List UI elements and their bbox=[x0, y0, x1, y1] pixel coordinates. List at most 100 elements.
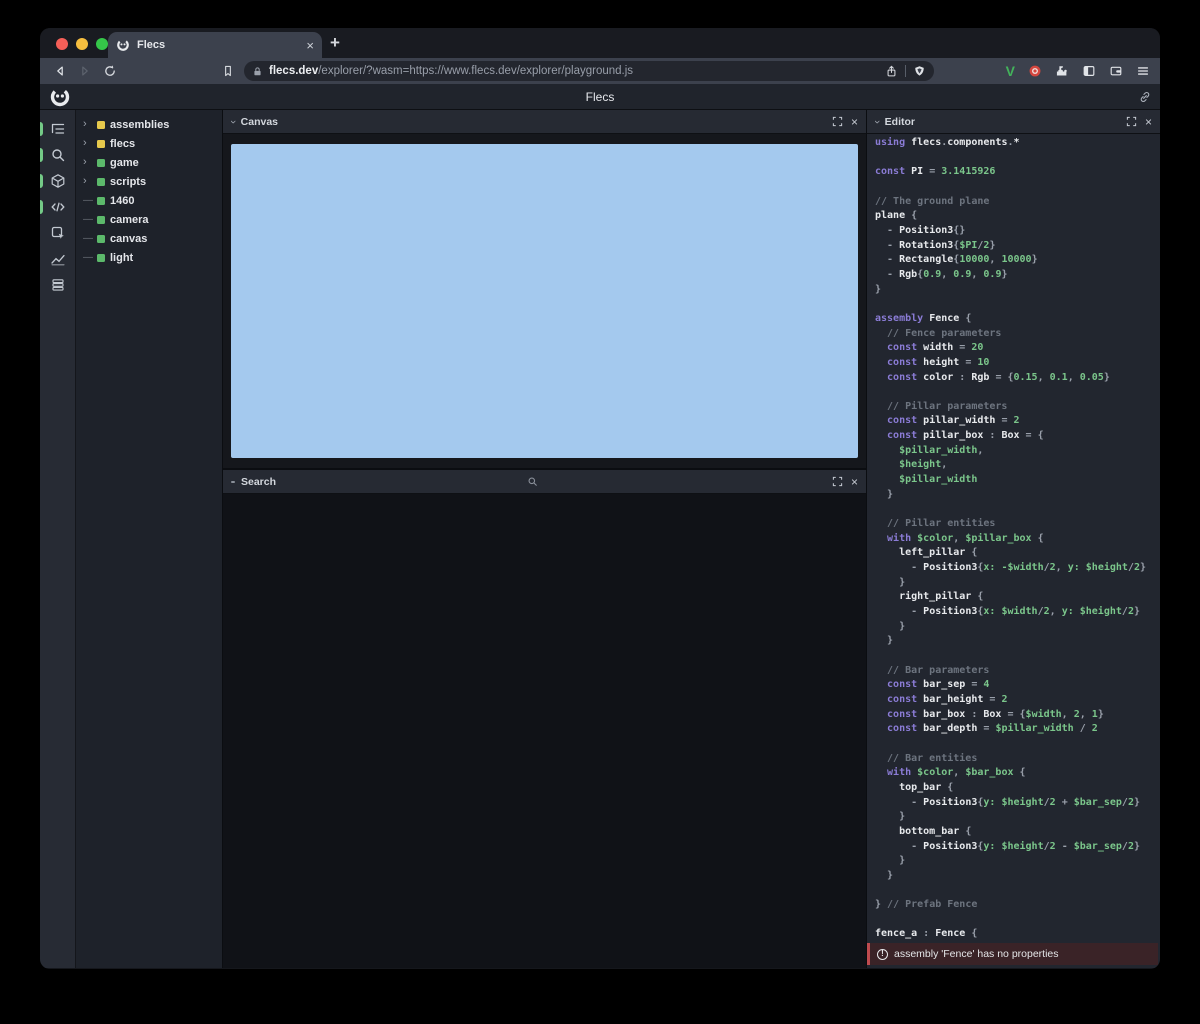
code-line[interactable]: - Position3{} bbox=[875, 224, 1160, 239]
code-line[interactable]: // Bar parameters bbox=[875, 664, 1160, 679]
code-line[interactable] bbox=[875, 151, 1160, 166]
bookmark-icon[interactable] bbox=[218, 61, 238, 81]
code-line[interactable]: } bbox=[875, 488, 1160, 503]
red-extension-icon[interactable] bbox=[1028, 64, 1042, 78]
brave-shield-icon[interactable] bbox=[913, 65, 926, 78]
code-icon[interactable] bbox=[40, 194, 75, 220]
code-line[interactable] bbox=[875, 649, 1160, 664]
reload-button-icon[interactable] bbox=[100, 61, 120, 81]
expand-panel-icon[interactable] bbox=[1126, 116, 1137, 127]
close-panel-icon[interactable]: × bbox=[1145, 116, 1152, 128]
code-line[interactable]: const bar_box : Box = {$width, 2, 1} bbox=[875, 708, 1160, 723]
code-line[interactable] bbox=[875, 297, 1160, 312]
code-line[interactable]: } bbox=[875, 283, 1160, 298]
menu-hamburger-icon[interactable] bbox=[1136, 64, 1150, 78]
code-line[interactable] bbox=[875, 913, 1160, 928]
window-minimize-button[interactable] bbox=[76, 38, 88, 50]
code-line[interactable]: bottom_bar { bbox=[875, 825, 1160, 840]
window-close-button[interactable] bbox=[56, 38, 68, 50]
code-line[interactable]: } bbox=[875, 810, 1160, 825]
expand-panel-icon[interactable] bbox=[832, 116, 843, 127]
vimium-extension-icon[interactable]: V bbox=[1006, 63, 1015, 79]
panel-bullet-icon[interactable] bbox=[231, 481, 235, 483]
code-line[interactable]: const bar_sep = 4 bbox=[875, 678, 1160, 693]
code-line[interactable]: - Position3{x: $width/2, y: $height/2} bbox=[875, 605, 1160, 620]
code-line[interactable]: $height, bbox=[875, 458, 1160, 473]
code-line[interactable]: } bbox=[875, 576, 1160, 591]
code-line[interactable]: const height = 10 bbox=[875, 356, 1160, 371]
tree-item-canvas[interactable]: —canvas bbox=[76, 229, 222, 248]
chart-icon[interactable] bbox=[40, 246, 75, 272]
close-panel-icon[interactable]: × bbox=[851, 476, 858, 488]
code-line[interactable]: // The ground plane bbox=[875, 195, 1160, 210]
code-line[interactable]: const pillar_width = 2 bbox=[875, 414, 1160, 429]
cube-icon[interactable] bbox=[40, 168, 75, 194]
chevron-down-icon[interactable]: › bbox=[227, 120, 239, 124]
editor-body[interactable]: using flecs.components.* const PI = 3.14… bbox=[867, 134, 1160, 968]
code-line[interactable]: const bar_depth = $pillar_width / 2 bbox=[875, 722, 1160, 737]
code-line[interactable]: } bbox=[875, 634, 1160, 649]
code-line[interactable]: with $color, $pillar_box { bbox=[875, 532, 1160, 547]
code-line[interactable] bbox=[875, 385, 1160, 400]
code-line[interactable]: // Fence parameters bbox=[875, 327, 1160, 342]
code-line[interactable]: - Rectangle{10000, 10000} bbox=[875, 253, 1160, 268]
code-line[interactable]: $pillar_width, bbox=[875, 444, 1160, 459]
tab-close-icon[interactable]: × bbox=[306, 39, 314, 52]
expand-arrow-icon[interactable]: › bbox=[83, 119, 92, 130]
close-panel-icon[interactable]: × bbox=[851, 116, 858, 128]
extensions-puzzle-icon[interactable] bbox=[1055, 64, 1069, 78]
editor-code[interactable]: using flecs.components.* const PI = 3.14… bbox=[867, 134, 1160, 942]
code-line[interactable]: const pillar_box : Box = { bbox=[875, 429, 1160, 444]
inspector-icon[interactable] bbox=[40, 220, 75, 246]
window-zoom-button[interactable] bbox=[96, 38, 108, 50]
tree-item-assemblies[interactable]: ›assemblies bbox=[76, 115, 222, 134]
code-line[interactable]: } // Prefab Fence bbox=[875, 898, 1160, 913]
code-line[interactable]: top_bar { bbox=[875, 781, 1160, 796]
tree-item-game[interactable]: ›game bbox=[76, 153, 222, 172]
tree-item-light[interactable]: —light bbox=[76, 248, 222, 267]
code-line[interactable]: } bbox=[875, 854, 1160, 869]
canvas-surface[interactable] bbox=[231, 144, 858, 458]
new-tab-button[interactable]: + bbox=[330, 33, 340, 53]
expand-panel-icon[interactable] bbox=[832, 476, 843, 487]
code-line[interactable]: const color : Rgb = {0.15, 0.1, 0.05} bbox=[875, 371, 1160, 386]
search-panel-body[interactable] bbox=[223, 494, 866, 968]
code-line[interactable]: plane { bbox=[875, 209, 1160, 224]
code-line[interactable]: left_pillar { bbox=[875, 546, 1160, 561]
link-icon[interactable] bbox=[1138, 90, 1152, 104]
code-line[interactable]: right_pillar { bbox=[875, 590, 1160, 605]
code-line[interactable]: const bar_height = 2 bbox=[875, 693, 1160, 708]
code-line[interactable]: const PI = 3.1415926 bbox=[875, 165, 1160, 180]
tree-icon[interactable] bbox=[40, 116, 75, 142]
code-line[interactable]: assembly Fence { bbox=[875, 312, 1160, 327]
address-bar[interactable]: flecs.dev/explorer/?wasm=https://www.fle… bbox=[244, 61, 934, 81]
share-icon[interactable] bbox=[885, 65, 898, 78]
chevron-down-icon[interactable]: › bbox=[871, 120, 883, 124]
sidebar-panel-icon[interactable] bbox=[1082, 64, 1096, 78]
code-line[interactable]: const width = 20 bbox=[875, 341, 1160, 356]
code-line[interactable]: - Position3{y: $height/2 + $bar_sep/2} bbox=[875, 796, 1160, 811]
code-line[interactable] bbox=[875, 737, 1160, 752]
code-line[interactable] bbox=[875, 883, 1160, 898]
code-line[interactable]: // Bar entities bbox=[875, 752, 1160, 767]
tree-item-1460[interactable]: —1460 bbox=[76, 191, 222, 210]
code-line[interactable] bbox=[875, 502, 1160, 517]
code-line[interactable]: fence_a : Fence { bbox=[875, 927, 1160, 942]
code-line[interactable]: // Pillar parameters bbox=[875, 400, 1160, 415]
code-line[interactable]: - Rgb{0.9, 0.9, 0.9} bbox=[875, 268, 1160, 283]
code-line[interactable] bbox=[875, 180, 1160, 195]
back-button-icon[interactable] bbox=[50, 61, 70, 81]
code-line[interactable]: with $color, $bar_box { bbox=[875, 766, 1160, 781]
wallet-icon[interactable] bbox=[1109, 64, 1123, 78]
expand-arrow-icon[interactable]: › bbox=[83, 157, 92, 168]
code-line[interactable]: - Position3{y: $height/2 - $bar_sep/2} bbox=[875, 840, 1160, 855]
stack-icon[interactable] bbox=[40, 272, 75, 298]
expand-arrow-icon[interactable]: › bbox=[83, 176, 92, 187]
search-icon[interactable] bbox=[40, 142, 75, 168]
forward-button-icon[interactable] bbox=[75, 61, 95, 81]
flecs-logo[interactable] bbox=[49, 86, 71, 108]
code-line[interactable]: } bbox=[875, 620, 1160, 635]
code-line[interactable]: // Pillar entities bbox=[875, 517, 1160, 532]
code-line[interactable]: using flecs.components.* bbox=[875, 136, 1160, 151]
code-line[interactable]: - Position3{x: -$width/2, y: $height/2} bbox=[875, 561, 1160, 576]
